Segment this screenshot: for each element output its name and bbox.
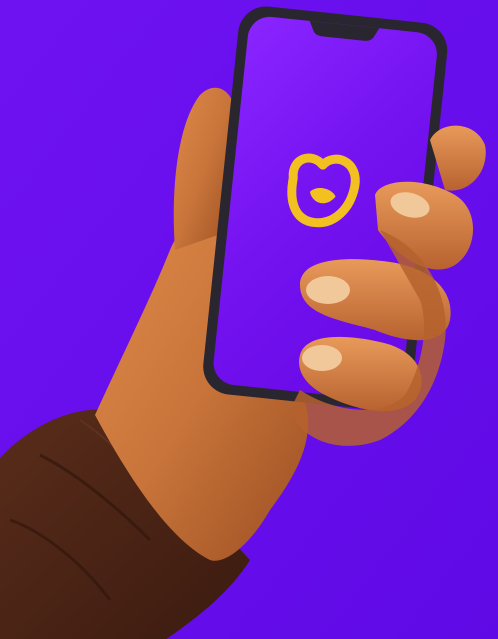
fingernail-lower (302, 345, 342, 371)
fingernail-middle (306, 276, 350, 304)
photo-scene (0, 0, 498, 639)
hand-phone-illustration (0, 0, 498, 639)
